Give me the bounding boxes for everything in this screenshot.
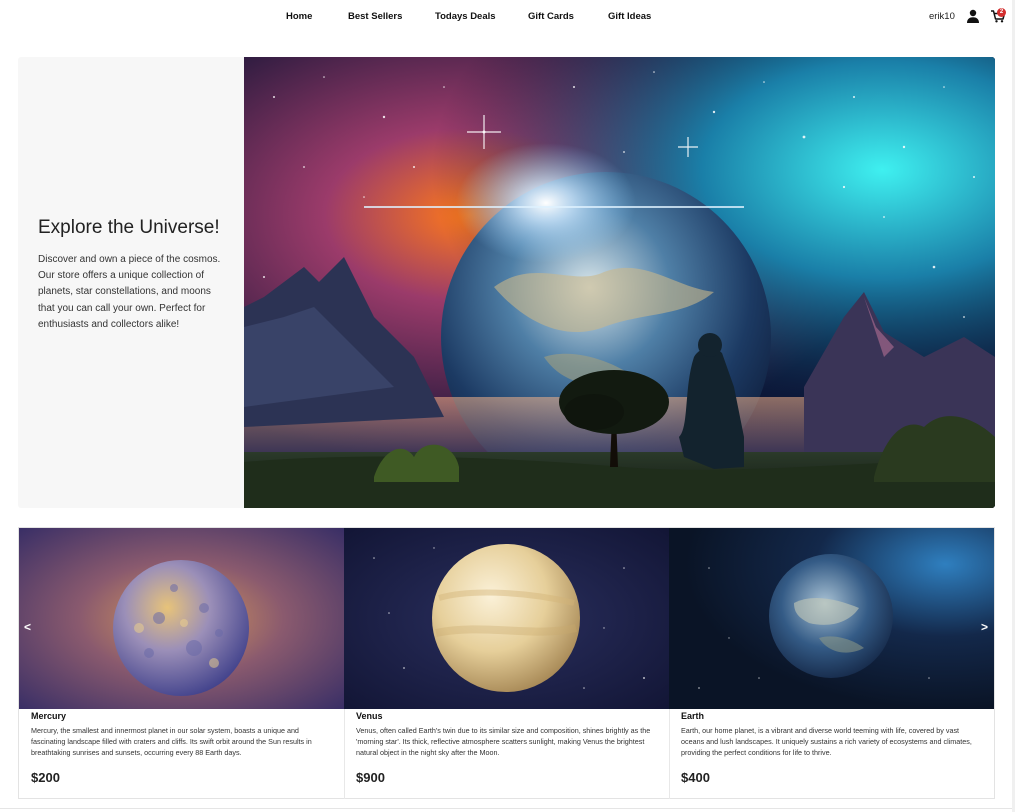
username[interactable]: erik10 — [929, 11, 955, 22]
product-name[interactable]: Mercury — [31, 711, 66, 721]
hero-banner: Explore the Universe! Discover and own a… — [18, 57, 995, 508]
product-name[interactable]: Earth — [681, 711, 704, 721]
nav-gift-cards[interactable]: Gift Cards — [528, 11, 574, 22]
hero-text: Explore the Universe! Discover and own a… — [38, 217, 223, 333]
carousel-prev-button[interactable]: < — [24, 620, 31, 634]
product-description: Earth, our home planet, is a vibrant and… — [681, 726, 972, 757]
user-icon[interactable] — [966, 9, 980, 23]
product-description: Mercury, the smallest and innermost plan… — [31, 726, 312, 757]
product-price: $900 — [356, 770, 385, 785]
top-nav: Home Best Sellers Todays Deals Gift Card… — [0, 0, 1015, 34]
hero-image — [244, 57, 995, 508]
divider — [0, 808, 1015, 809]
product-image-earth — [669, 528, 994, 709]
product-card-earth[interactable]: Earth Earth, our home planet, is a vibra… — [669, 528, 995, 799]
product-image-venus — [344, 528, 669, 709]
hero-description: Discover and own a piece of the cosmos. … — [38, 254, 221, 330]
product-card-venus[interactable]: Venus Venus, often called Earth's twin d… — [344, 528, 670, 799]
nav-best-sellers[interactable]: Best Sellers — [348, 11, 402, 22]
product-carousel: Mercury Mercury, the smallest and innerm… — [18, 527, 995, 799]
product-price: $200 — [31, 770, 60, 785]
hero-title: Explore the Universe! — [38, 217, 220, 238]
product-price: $400 — [681, 770, 710, 785]
product-name[interactable]: Venus — [356, 711, 383, 721]
nav-home[interactable]: Home — [286, 11, 312, 22]
product-card-mercury[interactable]: Mercury Mercury, the smallest and innerm… — [19, 528, 345, 799]
cart-count-badge: 2 — [997, 8, 1006, 17]
nav-gift-ideas[interactable]: Gift Ideas — [608, 11, 651, 22]
nav-todays-deals[interactable]: Todays Deals — [435, 11, 496, 22]
product-image-mercury — [19, 528, 344, 709]
carousel-next-button[interactable]: > — [981, 620, 988, 634]
product-description: Venus, often called Earth's twin due to … — [356, 726, 651, 757]
